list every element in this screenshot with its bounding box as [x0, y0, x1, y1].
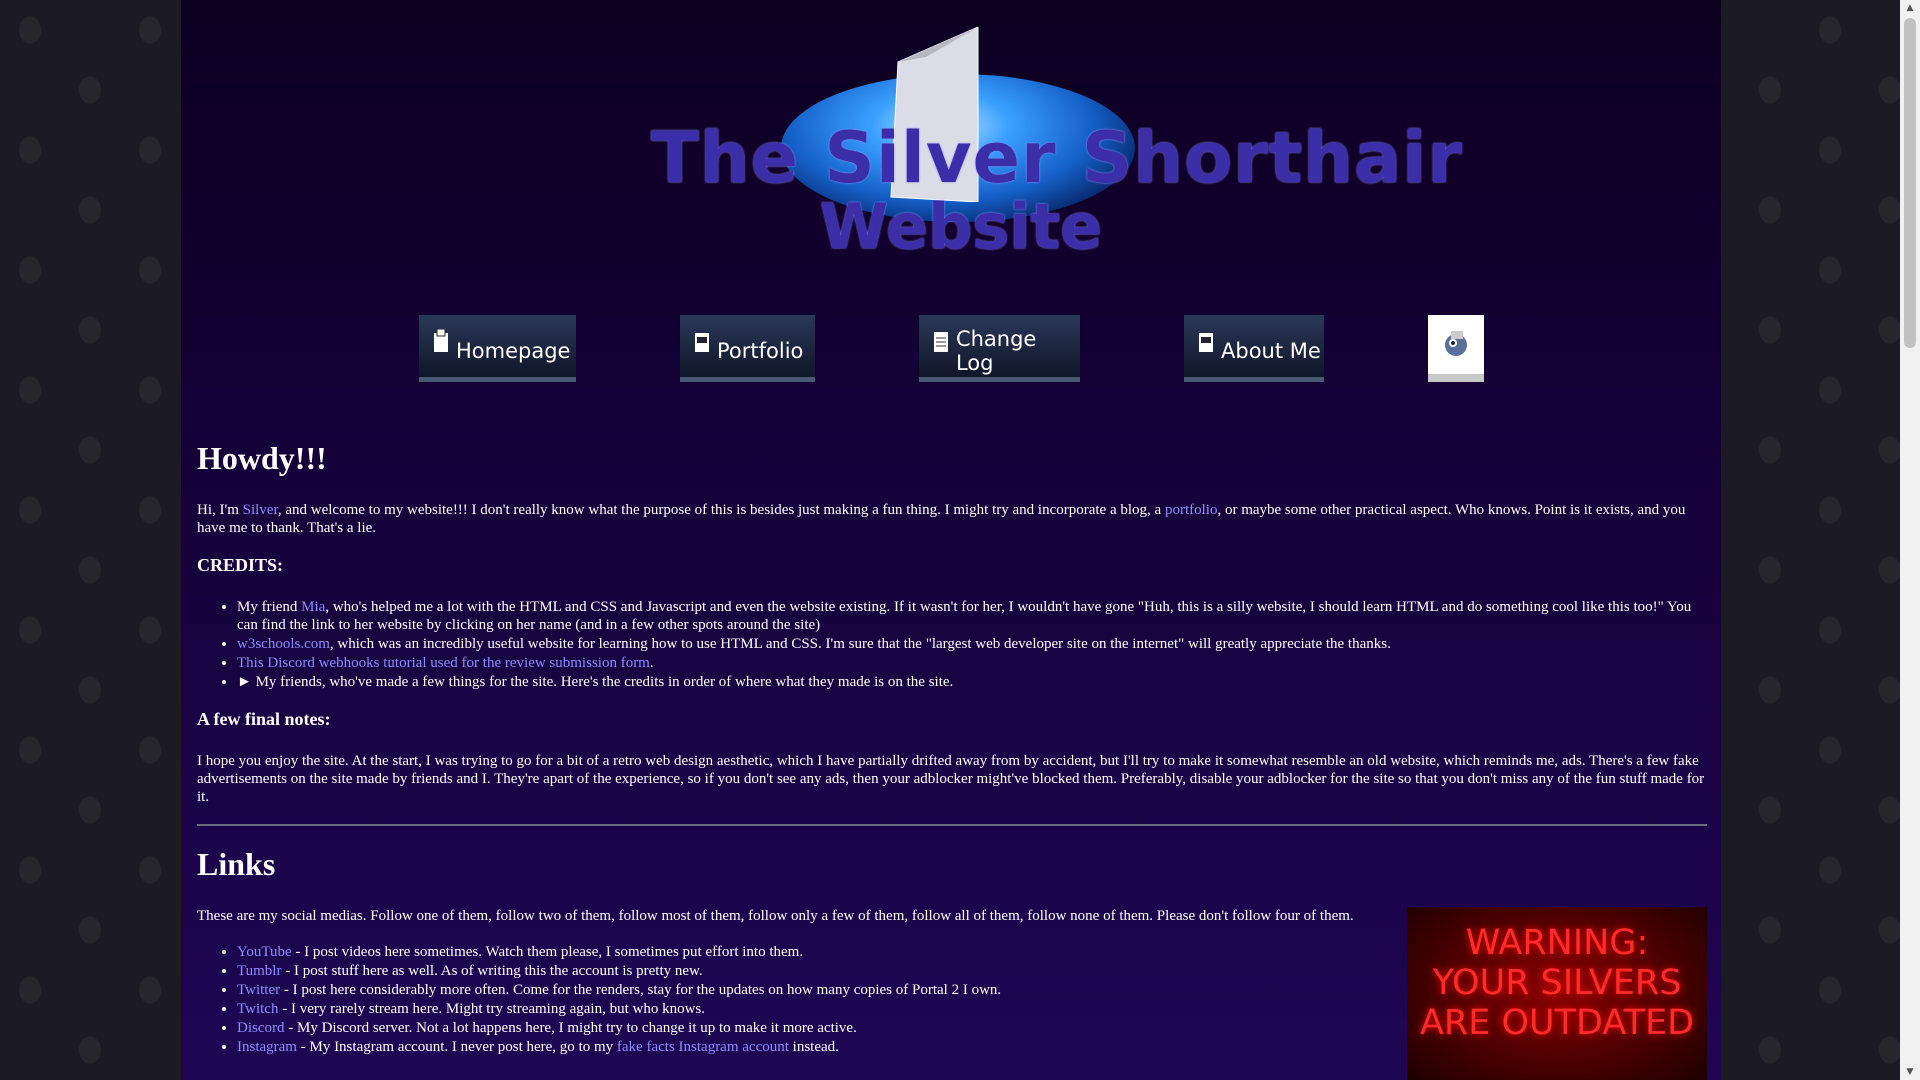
nav-image-button[interactable] — [1428, 315, 1484, 382]
page-icon — [695, 333, 709, 352]
vertical-scrollbar[interactable]: ▲ ▼ — [1900, 0, 1920, 1080]
page-icon — [434, 329, 448, 352]
ad-line: ARE OUTDATED — [1419, 1003, 1695, 1043]
nav-about-button[interactable]: About Me — [1184, 315, 1324, 382]
list-item: Instagram - My Instagram account. I neve… — [237, 1038, 1407, 1056]
nav-about-label: About Me — [1221, 339, 1321, 363]
intro-text: Hi, I'm — [197, 502, 243, 518]
discord-link[interactable]: Discord — [237, 1020, 285, 1036]
document-icon — [933, 332, 948, 352]
intro-paragraph: Hi, I'm Silver, and welcome to my websit… — [197, 501, 1707, 537]
fake-facts-instagram-link[interactable]: fake facts Instagram account — [617, 1039, 789, 1055]
divider — [197, 824, 1707, 826]
list-item: This Discord webhooks tutorial used for … — [237, 654, 1707, 672]
scrollbar-thumb[interactable] — [1904, 18, 1916, 348]
credit-text: . — [649, 655, 654, 671]
nav-portfolio-label: Portfolio — [717, 339, 804, 363]
link-description: - I post here considerably more often. C… — [280, 982, 1002, 998]
twitter-link[interactable]: Twitter — [237, 982, 280, 998]
nav-homepage-button[interactable]: Homepage — [419, 315, 576, 382]
list-item: Tumblr - I post stuff here as well. As o… — [237, 962, 1407, 980]
scroll-up-arrow-icon[interactable]: ▲ — [1900, 0, 1920, 16]
ad-line: WARNING: — [1465, 923, 1649, 963]
scroll-down-arrow-icon[interactable]: ▼ — [1900, 1064, 1920, 1080]
links-heading: Links — [197, 846, 276, 882]
intro-text: , and welcome to my website!!! I don't r… — [277, 502, 1165, 518]
page-container: The Silver Shorthair Website Homepage Po… — [181, 0, 1721, 1080]
list-item: My friend Mia, who's helped me a lot wit… — [237, 598, 1707, 634]
credits-list: My friend Mia, who's helped me a lot wit… — [197, 598, 1707, 691]
silver-link[interactable]: Silver — [243, 502, 278, 518]
ad-line: YOUR SILVERS — [1432, 963, 1682, 1003]
links-text-column: These are my social medias. Follow one o… — [197, 907, 1407, 1056]
link-description: - My Instagram account. I never post her… — [296, 1039, 617, 1055]
notes-paragraph: I hope you enjoy the site. At the start,… — [197, 753, 1705, 805]
friends-credits-toggle[interactable]: ► My friends, who've made a few things f… — [237, 673, 1707, 691]
portfolio-link[interactable]: portfolio — [1165, 502, 1218, 518]
credit-text: , which was an incredibly useful website… — [329, 636, 1391, 652]
page-icon — [1199, 333, 1213, 352]
logo-title-line1: The Silver Shorthair — [651, 117, 1463, 199]
site-logo: The Silver Shorthair Website — [651, 22, 1463, 267]
nav-homepage-label: Homepage — [456, 339, 571, 363]
list-item: Twitter - I post here considerably more … — [237, 981, 1407, 999]
logo-title-line2: Website — [819, 190, 1103, 263]
link-description: instead. — [788, 1039, 839, 1055]
links-intro: These are my social medias. Follow one o… — [197, 908, 1354, 924]
nav-portfolio-button[interactable]: Portfolio — [680, 315, 815, 382]
links-section: These are my social medias. Follow one o… — [197, 907, 1707, 1080]
link-description: - I post stuff here as well. As of writi… — [281, 963, 703, 979]
mia-link[interactable]: Mia — [301, 599, 325, 615]
main-content: Howdy!!! Hi, I'm Silver, and welcome to … — [197, 420, 1707, 1080]
credit-text: , who's helped me a lot with the HTML an… — [237, 599, 1692, 633]
instagram-link[interactable]: Instagram — [237, 1039, 297, 1055]
list-item: w3schools.com, which was an incredibly u… — [237, 635, 1707, 653]
tumblr-link[interactable]: Tumblr — [237, 963, 281, 979]
w3schools-link[interactable]: w3schools.com — [237, 636, 330, 652]
intro-heading: Howdy!!! — [197, 440, 327, 476]
list-item: Discord - My Discord server. Not a lot h… — [237, 1019, 1407, 1037]
mascot-icon — [1445, 330, 1467, 356]
credits-heading: CREDITS: — [197, 555, 284, 575]
warning-advertisement[interactable]: WARNING: YOUR SILVERS ARE OUTDATED — [1407, 907, 1707, 1080]
list-item: Twitch - I very rarely stream here. Migh… — [237, 1000, 1407, 1018]
link-description: - My Discord server. Not a lot happens h… — [284, 1020, 857, 1036]
nav-changelog-button[interactable]: Change Log — [919, 315, 1080, 382]
discord-tutorial-link[interactable]: This Discord webhooks tutorial used for … — [237, 655, 650, 671]
social-links-list: YouTube - I post videos here sometimes. … — [197, 943, 1407, 1056]
notes-heading: A few final notes: — [197, 709, 331, 729]
nav-changelog-label: Change Log — [955, 327, 1037, 375]
youtube-link[interactable]: YouTube — [237, 944, 292, 960]
twitch-link[interactable]: Twitch — [237, 1001, 278, 1017]
list-item: YouTube - I post videos here sometimes. … — [237, 943, 1407, 961]
link-description: - I very rarely stream here. Might try s… — [278, 1001, 706, 1017]
link-description: - I post videos here sometimes. Watch th… — [291, 944, 804, 960]
credit-text: My friend — [237, 599, 302, 615]
